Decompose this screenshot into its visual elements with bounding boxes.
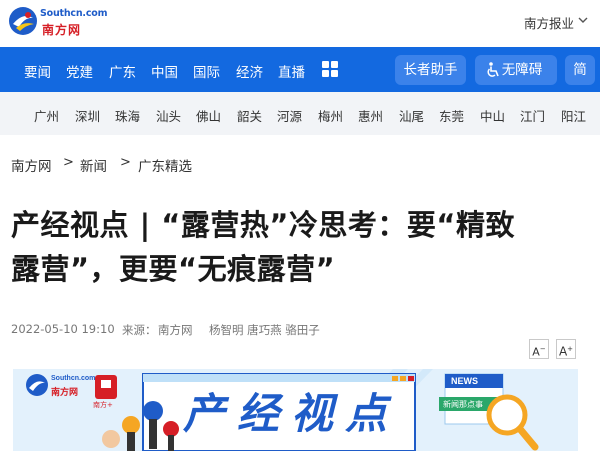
article-title-line1: 产经视点 | “露营热”冷思考：要“精致 [11,208,515,242]
city-link[interactable]: 珠海 [115,106,140,125]
banner-logo-cn: 南方网 [51,388,79,398]
city-link[interactable]: 中山 [480,106,505,125]
logo-english-text: Southcn.com [40,8,108,19]
city-link[interactable]: 汕尾 [399,106,424,125]
city-link[interactable]: 佛山 [196,106,221,125]
article-title-line2: 露营”，更要“无痕露营” [11,252,336,286]
site-logo[interactable]: Southcn.com 南方网 [8,4,108,40]
city-link[interactable]: 深圳 [75,106,100,125]
banner-story-tag: 新闻那点事 [443,400,483,409]
breadcrumb-news[interactable]: 新闻 [80,155,107,175]
city-link[interactable]: 江门 [520,106,545,125]
city-link[interactable]: 东莞 [439,106,464,125]
southcn-logo-icon [9,7,37,35]
article-source[interactable]: 南方网 [158,322,193,338]
banner-news-tag: NEWS [451,376,478,386]
nav-item-zhibo[interactable]: 直播 [278,61,305,81]
font-decrease-button[interactable]: A− [529,339,549,359]
font-increase-button[interactable]: A+ [556,339,576,359]
elder-assistant-button[interactable]: 长者助手 [395,55,466,85]
article-date: 2022-05-10 19:10 [11,322,115,336]
banner-headline: 产经视点 [183,389,400,438]
wheelchair-icon [487,62,499,77]
nav-item-jingji[interactable]: 经济 [236,61,263,81]
breadcrumb-home[interactable]: 南方网 [11,155,52,175]
nanfang-baoye-link[interactable]: 南方报业 [524,13,574,32]
article-title: 产经视点 | “露营热”冷思考：要“精致 露营”，更要“无痕露营” [11,203,591,291]
city-link[interactable]: 梅州 [318,106,343,125]
breadcrumb-separator: > [120,155,131,170]
city-link[interactable]: 韶关 [237,106,262,125]
banner-app-badge: 南方+ [93,401,113,409]
top-header: Southcn.com 南方网 南方报业 [0,0,600,47]
nav-item-dangjian[interactable]: 党建 [66,61,93,81]
nav-item-guangdong[interactable]: 广东 [109,61,136,81]
nav-item-zhongguo[interactable]: 中国 [151,61,178,81]
city-link[interactable]: 汕头 [156,106,181,125]
article-authors: 杨智明 唐巧燕 骆田子 [209,323,320,337]
nav-item-guoji[interactable]: 国际 [193,61,220,81]
font-decrease-label: A [532,345,540,359]
grid-menu-icon[interactable] [322,61,338,77]
city-link[interactable]: 河源 [277,106,302,125]
city-link[interactable]: 广州 [34,106,59,125]
city-link[interactable]: 阳江 [561,106,586,125]
breadcrumb-separator: > [63,155,74,170]
breadcrumb-gd-featured[interactable]: 广东精选 [138,155,192,175]
logo-chinese-text: 南方网 [42,23,82,37]
font-increase-label: A [558,344,568,359]
simplified-chinese-button[interactable]: 简 [565,55,595,85]
banner-logo-en: Southcn.com [51,375,96,382]
nav-item-yaowen[interactable]: 要闻 [24,61,51,81]
article-banner-image: Southcn.com 南方网 南方+ 产经视点 NEWS 新闻那点事 [13,369,578,451]
chevron-down-icon[interactable] [578,15,588,25]
city-link[interactable]: 惠州 [358,106,383,125]
source-label: 来源： [122,323,157,337]
